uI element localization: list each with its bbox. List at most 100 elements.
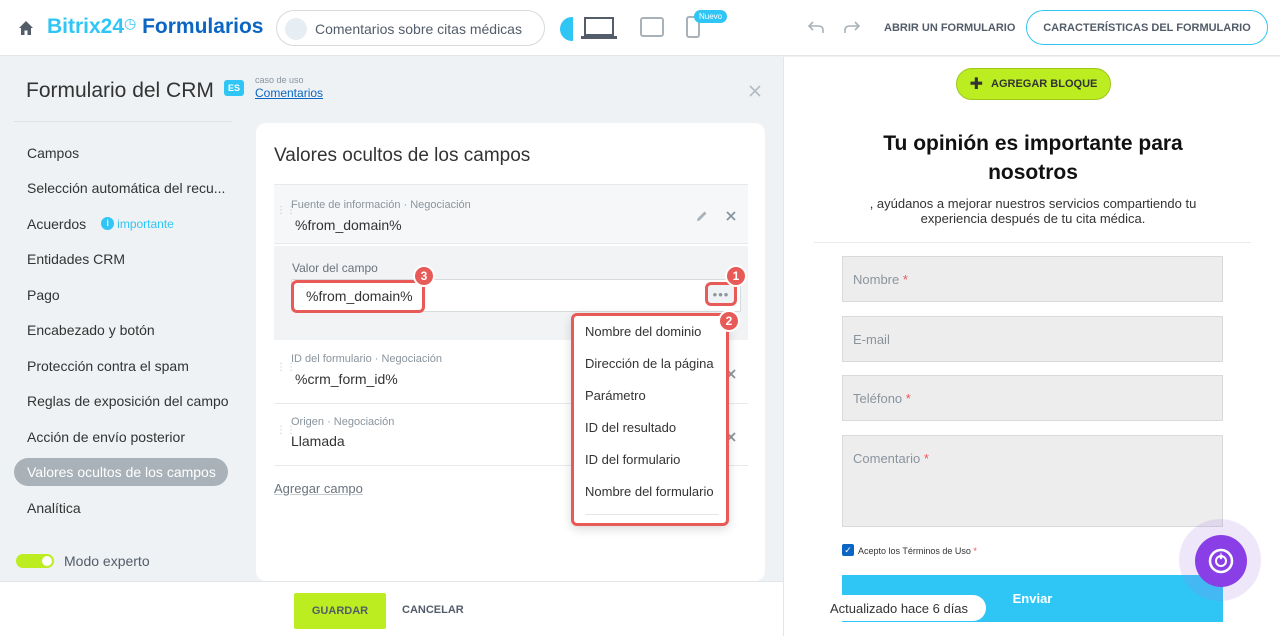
nav-item-valores-ocultos[interactable]: Valores ocultos de los campos: [14, 458, 228, 486]
save-button[interactable]: GUARDAR: [294, 593, 386, 629]
email-field[interactable]: E-mail: [842, 316, 1223, 362]
panel-divider: [14, 121, 232, 122]
comment-placeholder: Comentario *: [853, 451, 929, 466]
row-label: Origen · Negociación: [291, 416, 395, 428]
row-value: Llamada: [291, 433, 345, 449]
hidden-field-row[interactable]: ⋮⋮ Fuente de información · Negociación %…: [274, 184, 748, 244]
panel-title: Formulario del CRM: [26, 79, 214, 102]
nav-item-label: Encabezado y botón: [27, 322, 155, 339]
brand-secondary: Formularios: [142, 15, 264, 38]
phone-placeholder: Teléfono *: [853, 391, 911, 406]
cancel-button[interactable]: CANCELAR: [402, 604, 464, 616]
nav-item-label: Reglas de exposición del campo: [27, 393, 228, 410]
tablet-icon[interactable]: [640, 17, 664, 37]
settings-nav: Campos Selección automática del recu... …: [14, 135, 228, 526]
annotation-marker-2: 2: [718, 310, 740, 332]
open-form-link[interactable]: ABRIR UN FORMULARIO: [884, 22, 1015, 34]
menu-item-form-name[interactable]: Nombre del formulario: [585, 484, 714, 499]
field-value-label: Valor del campo: [292, 261, 378, 275]
use-case-label: caso de uso: [255, 75, 304, 85]
preview-subtitle: , ayúdanos a mejorar nuestros servicios …: [869, 196, 1197, 226]
annotation-marker-3: 3: [413, 265, 435, 287]
info-icon: i: [101, 217, 115, 231]
nav-item-accion-envio[interactable]: Acción de envío posterior: [14, 419, 228, 455]
use-case-icon: ES: [224, 80, 244, 96]
nav-item-acuerdos[interactable]: Acuerdos i importante: [14, 206, 228, 242]
terms-checkbox[interactable]: ✓: [842, 544, 854, 556]
nav-item-encabezado[interactable]: Encabezado y botón: [14, 313, 228, 349]
redo-icon[interactable]: [844, 20, 860, 34]
add-field-link[interactable]: Agregar campo: [274, 481, 363, 496]
expert-mode-toggle[interactable]: [16, 554, 54, 568]
form-thumbnail-icon: [285, 18, 307, 40]
important-badge[interactable]: importante: [117, 217, 174, 231]
field-value-highlight: [291, 280, 425, 313]
nav-item-spam[interactable]: Protección contra el spam: [14, 348, 228, 384]
menu-item-result-id[interactable]: ID del resultado: [585, 420, 676, 435]
phone-field[interactable]: Teléfono *: [842, 375, 1223, 421]
annotation-marker-1: 1: [725, 265, 747, 287]
add-block-label: AGREGAR BLOQUE: [991, 78, 1098, 90]
top-bar: Bitrix24◷ Formularios Comentarios sobre …: [0, 0, 1280, 56]
nav-item-label: Selección automática del recu...: [27, 180, 226, 197]
undo-icon[interactable]: [808, 20, 824, 34]
nav-item-analitica[interactable]: Analítica: [14, 490, 228, 526]
delete-icon[interactable]: [725, 210, 737, 222]
menu-item-parameter[interactable]: Parámetro: [585, 388, 646, 403]
edit-icon[interactable]: [696, 210, 708, 222]
drag-handle-icon[interactable]: ⋮⋮: [276, 426, 296, 443]
menu-divider: [585, 514, 719, 515]
menu-item-domain-name[interactable]: Nombre del dominio: [585, 324, 701, 339]
use-case-link[interactable]: Comentarios: [255, 86, 323, 100]
menu-item-page-address[interactable]: Dirección de la página: [585, 356, 714, 371]
drag-handle-icon[interactable]: ⋮⋮: [276, 363, 296, 380]
assistant-icon: [1208, 548, 1234, 574]
nav-item-reglas[interactable]: Reglas de exposición del campo: [14, 384, 228, 420]
nav-item-label: Acción de envío posterior: [27, 428, 185, 445]
preview-title: Tu opinión es importante para nosotros: [883, 132, 1183, 184]
plus-icon: ✚: [969, 76, 984, 93]
row-value: %crm_form_id%: [295, 371, 398, 387]
device-indicator: [560, 17, 573, 41]
home-icon[interactable]: [18, 20, 34, 36]
nav-item-label: Acuerdos: [27, 215, 87, 232]
close-icon[interactable]: [748, 84, 762, 98]
row-label: ID del formulario · Negociación: [291, 353, 443, 365]
menu-item-form-id[interactable]: ID del formulario: [585, 452, 680, 467]
comment-field[interactable]: Comentario *: [842, 435, 1223, 527]
email-placeholder: E-mail: [853, 332, 890, 347]
laptop-icon[interactable]: [581, 16, 617, 40]
name-field[interactable]: Nombre *: [842, 256, 1223, 302]
updated-status: Actualizado hace 6 días: [824, 595, 987, 621]
new-badge: Nuevo: [694, 10, 728, 23]
form-selector[interactable]: Comentarios sobre citas médicas: [276, 10, 545, 46]
assistant-button[interactable]: [1195, 535, 1247, 587]
preview-divider: [814, 242, 1251, 243]
nav-item-pago[interactable]: Pago: [14, 277, 228, 313]
brand-primary: Bitrix24: [47, 15, 125, 38]
nav-item-label: Protección contra el spam: [27, 357, 189, 374]
nav-item-label: Valores ocultos de los campos: [27, 464, 216, 480]
card-title: Valores ocultos de los campos: [274, 145, 531, 166]
nav-item-label: Analítica: [27, 499, 81, 516]
row-value: %from_domain%: [295, 217, 402, 233]
nav-item-campos[interactable]: Campos: [14, 135, 228, 171]
footer-bar: GUARDAR CANCELAR: [0, 581, 783, 636]
form-selector-label: Comentarios sobre citas médicas: [315, 21, 522, 37]
drag-handle-icon[interactable]: ⋮⋮: [276, 206, 296, 223]
brand-logo[interactable]: Bitrix24◷ Formularios: [47, 15, 263, 39]
name-placeholder: Nombre *: [853, 272, 908, 287]
row-label: Fuente de información · Negociación: [291, 199, 471, 211]
nav-item-seleccion-automatica[interactable]: Selección automática del recu...: [14, 171, 228, 207]
nav-item-entidades-crm[interactable]: Entidades CRM: [14, 242, 228, 278]
terms-label: Acepto los Términos de Uso *: [858, 546, 977, 556]
nav-item-label: Entidades CRM: [27, 251, 126, 268]
form-features-button[interactable]: CARACTERÍSTICAS DEL FORMULARIO: [1026, 10, 1268, 45]
more-icon: •••: [712, 286, 730, 302]
add-block-button[interactable]: ✚ AGREGAR BLOQUE: [956, 68, 1111, 100]
clock-icon: ◷: [124, 15, 137, 31]
nav-item-label: Campos: [27, 144, 80, 161]
variables-dropdown: Nombre del dominio Dirección de la págin…: [571, 313, 729, 526]
toggle-knob: [42, 556, 52, 566]
expert-mode-label: Modo experto: [64, 553, 150, 569]
